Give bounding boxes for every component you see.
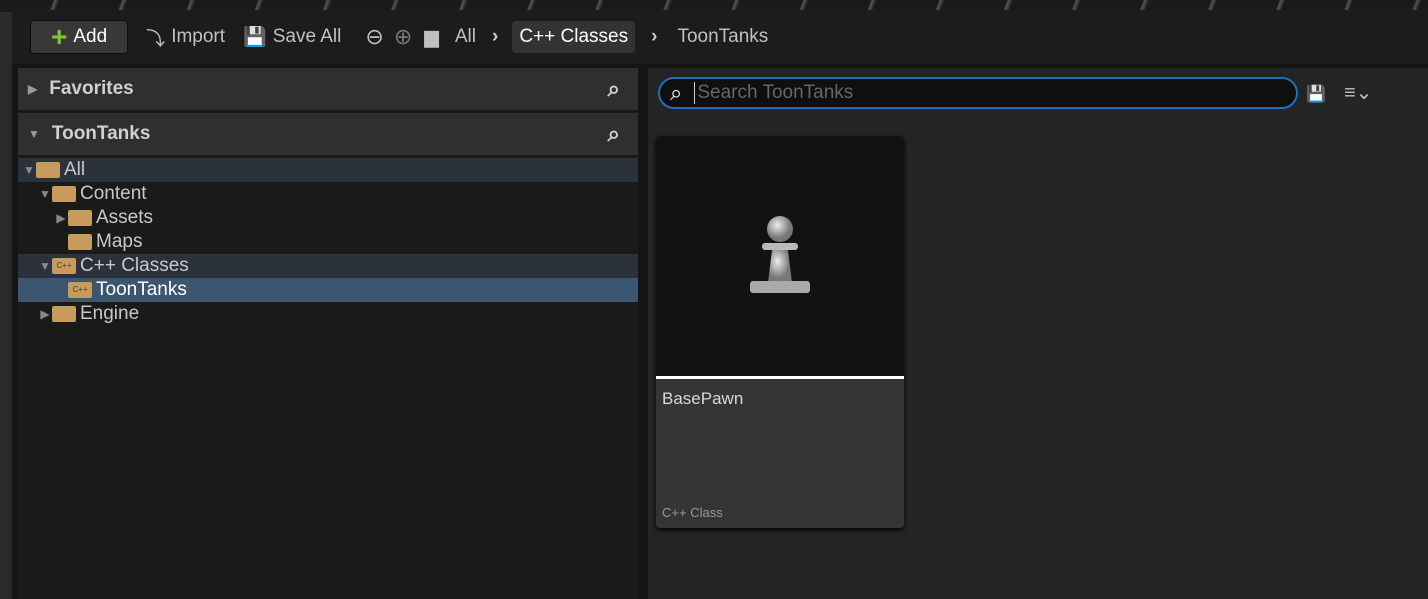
toolbar: + Add ⤵ Import 💾 Save All ⊖ ⊕ ▆ All › C++ C… (12, 10, 1428, 64)
folder-tree: ▼ All ▼ Content ▶ Assets Maps ▼ C++ C++ Class… (18, 158, 638, 326)
tree-item-all[interactable]: ▼ All (18, 158, 638, 182)
breadcrumb-all[interactable]: All (455, 26, 476, 48)
add-label: Add (73, 26, 108, 47)
tree-label: Content (80, 183, 147, 204)
tree-item-cpp-classes[interactable]: ▼ C++ C++ Classes (18, 254, 638, 278)
save-all-button[interactable]: 💾 Save All (243, 25, 341, 49)
import-button[interactable]: ⤵ Import (146, 24, 225, 51)
import-label: Import (171, 26, 226, 47)
breadcrumb-toontanks[interactable]: ToonTanks (677, 26, 768, 48)
save-search-icon[interactable]: 💾 (1306, 84, 1326, 104)
tree-item-toontanks[interactable]: C++ ToonTanks (18, 278, 638, 302)
asset-thumbnail (656, 136, 904, 379)
plus-icon: + (51, 21, 68, 52)
tree-item-content[interactable]: ▼ Content (18, 182, 638, 206)
open-folder-icon (52, 186, 76, 202)
filter-icon[interactable]: ≡⌄ (1344, 80, 1372, 105)
asset-name: BasePawn (662, 389, 744, 408)
folder-icon (68, 234, 92, 250)
collapse-icon: ▼ (39, 259, 51, 273)
folder-icon (68, 210, 92, 226)
tree-label: Assets (96, 207, 154, 228)
breadcrumb-cpp-classes[interactable]: C++ Classes (512, 21, 636, 53)
content-browser: + Add ⤵ Import 💾 Save All ⊖ ⊕ ▆ All › C++ C… (12, 10, 1428, 599)
project-label: ToonTanks (51, 123, 151, 144)
search-icon: ⌕ (670, 80, 683, 105)
asset-view: ⌕ 💾 ≡⌄ BasePawn C++ Class (648, 68, 1428, 599)
collapse-icon: ▼ (39, 187, 51, 201)
collapse-icon: ▼ (28, 127, 40, 141)
chevron-right-icon: › (492, 26, 499, 47)
search-icon[interactable]: ⌕ (608, 121, 620, 147)
project-header[interactable]: ▼ ToonTanks ⌕ (18, 113, 638, 155)
expand-icon: ▶ (28, 82, 38, 96)
favorites-label: Favorites (49, 78, 134, 99)
save-all-label: Save All (272, 26, 342, 47)
tree-item-assets[interactable]: ▶ Assets (18, 206, 638, 230)
folder-icon: ▆ (424, 26, 439, 48)
back-icon[interactable]: ⊖ (365, 24, 383, 50)
asset-type: C++ Class (662, 505, 723, 520)
tree-label: Maps (96, 231, 143, 252)
expand-icon: ▶ (40, 307, 50, 321)
pawn-icon (750, 216, 810, 293)
forward-icon[interactable]: ⊕ (394, 24, 412, 50)
chevron-right-icon: › (651, 26, 658, 47)
tree-item-maps[interactable]: Maps (18, 230, 638, 254)
tree-label: C++ Classes (80, 255, 189, 276)
search-icon[interactable]: ⌕ (608, 76, 620, 102)
save-icon: 💾 (243, 27, 267, 48)
favorites-header[interactable]: ▶ Favorites ⌕ (18, 68, 638, 110)
sources-panel: ▶ Favorites ⌕ ▼ ToonTanks ⌕ ▼ All ▼ Content ▶ A… (18, 68, 638, 599)
collapse-icon: ▼ (23, 163, 35, 177)
folder-icon (52, 306, 76, 322)
cpp-folder-icon: C++ (52, 258, 76, 274)
tree-item-engine[interactable]: ▶ Engine (18, 302, 638, 326)
search-input[interactable] (694, 82, 1275, 104)
cpp-folder-icon: C++ (68, 282, 92, 298)
open-folder-icon (36, 162, 60, 178)
add-button[interactable]: + Add (30, 20, 129, 54)
tree-label: All (64, 159, 86, 180)
tree-label: Engine (80, 303, 140, 324)
import-icon: ⤵ (146, 28, 166, 50)
tree-label: ToonTanks (96, 279, 187, 300)
expand-icon: ▶ (56, 211, 66, 225)
asset-tile[interactable]: BasePawn C++ Class (656, 136, 904, 528)
search-box[interactable]: ⌕ (658, 77, 1298, 109)
